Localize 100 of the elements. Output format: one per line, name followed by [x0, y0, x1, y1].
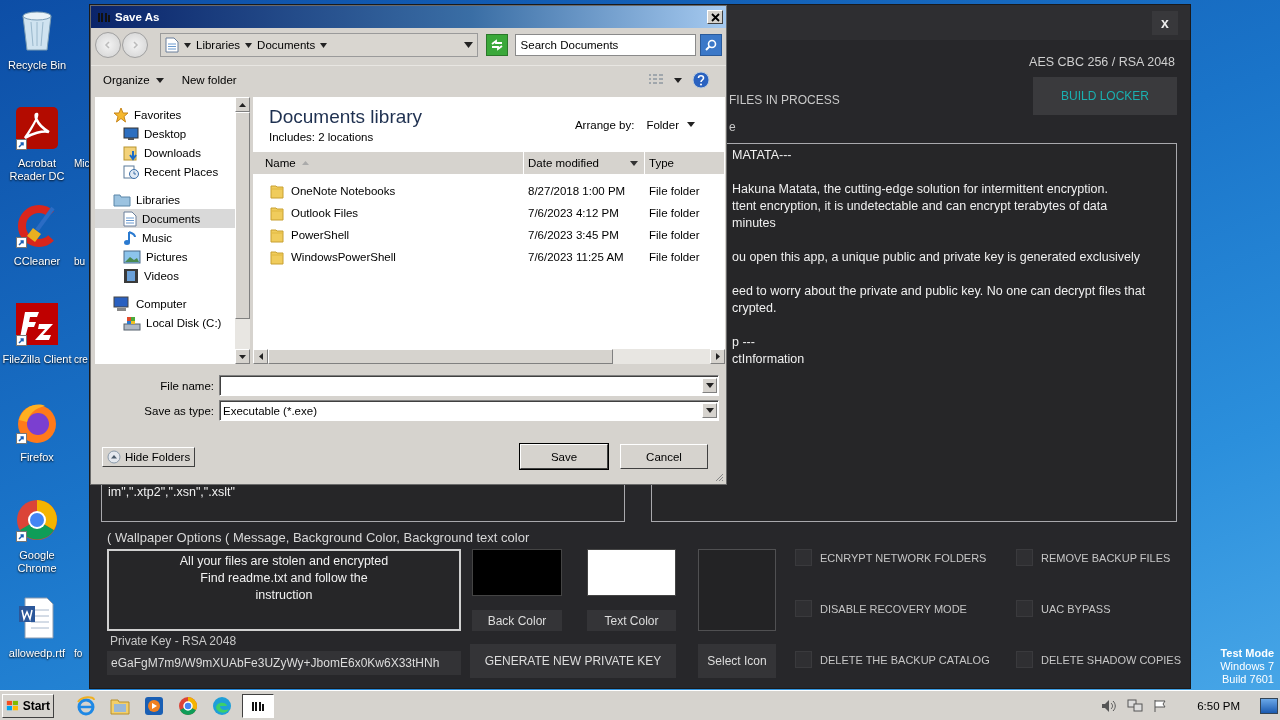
chrome-icon — [178, 695, 198, 716]
dropdown-icon[interactable] — [463, 42, 473, 48]
nav-item[interactable]: Local Disk (C:) — [95, 313, 235, 332]
nav-item[interactable]: Recent Places — [95, 162, 235, 181]
desktop-icon-label[interactable]: bu — [74, 255, 90, 268]
desktop-icon-label[interactable]: Acrobat Reader DC — [0, 157, 74, 183]
caret-icon — [245, 42, 253, 48]
option-checkbox[interactable]: DELETE SHADOW COPIES — [1016, 651, 1181, 668]
nav-item[interactable]: Libraries — [95, 190, 235, 209]
desktop-icon-label[interactable]: cre — [74, 353, 90, 366]
ftp-client-icon — [15, 302, 59, 346]
clock[interactable]: 6:50 PM — [1197, 699, 1240, 712]
taskbar-app-button[interactable] — [242, 693, 274, 718]
date-cell-text: 8/27/2018 1:00 PM — [527, 185, 627, 197]
caret-icon — [320, 42, 328, 48]
desktop-icon-label[interactable]: Google Chrome — [0, 549, 74, 575]
arrange-label: Arrange by: — [574, 118, 635, 131]
desktop-icon-label[interactable]: Firefox — [0, 451, 74, 464]
option-checkbox[interactable]: UAC BYPASS — [1016, 600, 1181, 617]
private-key-field[interactable]: eGaFgM7m9/W9mXUAbFe3UZyWy+JbomE6x0Kw6X33tHNh — [107, 651, 461, 675]
close-button[interactable]: x — [1152, 10, 1178, 35]
nav-item[interactable]: Favorites — [95, 105, 235, 124]
wallpaper-message-field[interactable]: All your files are stolen and encrypted Find readme.txt and follow the instruction — [107, 549, 461, 631]
desktop-icon-label[interactable]: fo — [74, 647, 90, 660]
pdf-reader-icon — [15, 106, 59, 150]
flag-icon[interactable] — [1153, 698, 1168, 713]
nav-item[interactable]: Computer — [95, 294, 235, 313]
caret-icon — [705, 383, 714, 388]
option-checkbox[interactable]: DISABLE RECOVERY MODE — [795, 600, 1016, 617]
nav-item[interactable]: Downloads — [95, 143, 235, 162]
resize-grip-icon[interactable] — [714, 472, 724, 482]
chrome-browser-icon — [15, 498, 59, 542]
files-label: FILES IN PROCESS — [729, 93, 841, 107]
start-button[interactable]: Start — [2, 693, 54, 718]
nav-item[interactable]: Music — [95, 228, 235, 247]
refresh-icon — [489, 39, 504, 51]
hide-folders-button[interactable]: Hide Folders — [102, 446, 196, 467]
nav-item[interactable]: Documents — [95, 209, 235, 228]
organize-button[interactable]: Organize — [99, 72, 168, 88]
disk-drive-icon — [123, 314, 141, 331]
os-notice-text: Build 7601 — [1222, 673, 1274, 686]
breadcrumb-item[interactable]: Libraries — [196, 39, 241, 51]
monitor-icon — [123, 126, 139, 141]
help-icon[interactable] — [692, 71, 710, 89]
scroll-down-icon — [239, 354, 246, 359]
arrange-dropdown[interactable]: Folder — [646, 118, 695, 131]
show-desktop-button[interactable] — [1260, 697, 1278, 714]
save-button[interactable]: Save — [520, 444, 608, 469]
os-notice-text: Windows 7 — [1220, 660, 1274, 673]
computer-icon — [113, 295, 131, 312]
scrollbar[interactable] — [253, 349, 725, 364]
folder-icon — [270, 227, 284, 243]
download-folder-icon — [123, 144, 139, 161]
desktop-icon-label[interactable]: FileZilla Client — [0, 353, 74, 366]
file-name-field[interactable] — [219, 375, 719, 396]
option-checkbox[interactable]: REMOVE BACKUP FILES — [1016, 549, 1181, 566]
file-name[interactable]: OneNote Notebooks — [291, 185, 396, 197]
desktop-icon-label[interactable]: Recycle Bin — [0, 59, 74, 72]
caret-icon[interactable] — [674, 77, 682, 83]
network-icon[interactable] — [1127, 698, 1144, 713]
folder-icon — [270, 183, 284, 199]
scroll-up-icon — [239, 102, 246, 107]
os-notice-text: Test Mode — [1220, 647, 1274, 660]
field-label: e — [729, 120, 737, 134]
app-logo-icon — [97, 11, 111, 23]
desktop-icon-label[interactable]: Mic — [74, 157, 90, 183]
save-type-dropdown[interactable]: Executable (*.exe) — [219, 400, 719, 421]
cipher-label: AES CBC 256 / RSA 2048 — [1029, 55, 1175, 69]
desktop-icon-label[interactable]: allowedp.rtf — [0, 647, 74, 660]
scroll-left-icon — [258, 353, 263, 360]
option-checkbox[interactable]: DELETE THE BACKUP CATALOG — [795, 651, 1016, 668]
option-checkbox[interactable]: ECNRYPT NETWORK FOLDERS — [795, 549, 1016, 566]
nav-item[interactable]: Videos — [95, 266, 235, 285]
select-icon-button[interactable]: Select Icon — [698, 644, 776, 678]
cancel-button[interactable]: Cancel — [620, 444, 708, 469]
date-cell-text: 7/6/2023 4:12 PM — [527, 207, 620, 219]
color-button[interactable]: Text Color — [587, 610, 676, 631]
nav-item[interactable]: Desktop — [95, 124, 235, 143]
library-includes-text: Includes: 2 locations — [269, 131, 375, 143]
color-button[interactable]: Back Color — [472, 610, 562, 631]
generate-key-button[interactable]: GENERATE NEW PRIVATE KEY — [470, 644, 676, 678]
document-icon — [123, 210, 137, 227]
file-name[interactable]: WindowsPowerShell — [291, 251, 396, 263]
scrollbar[interactable] — [235, 97, 250, 364]
scroll-right-icon — [715, 353, 720, 360]
search-field[interactable]: Search Documents — [514, 34, 697, 56]
folder-icon — [270, 205, 284, 221]
search-button[interactable] — [700, 34, 722, 56]
breadcrumb-item[interactable]: Documents — [257, 39, 316, 51]
refresh-button[interactable] — [485, 34, 508, 56]
file-name[interactable]: PowerShell — [291, 229, 350, 241]
nav-item[interactable]: Pictures — [95, 247, 235, 266]
folder-icon — [110, 696, 130, 715]
address-bar[interactable]: Libraries Documents — [160, 33, 478, 57]
desktop-icon-label[interactable]: CCleaner — [0, 255, 74, 268]
build-button[interactable]: BUILD LOCKER — [1033, 77, 1177, 115]
close-button[interactable] — [707, 10, 723, 24]
new-folder-button[interactable]: New folder — [177, 72, 241, 88]
file-name[interactable]: Outlook Files — [291, 207, 359, 219]
volume-icon[interactable] — [1101, 698, 1118, 713]
